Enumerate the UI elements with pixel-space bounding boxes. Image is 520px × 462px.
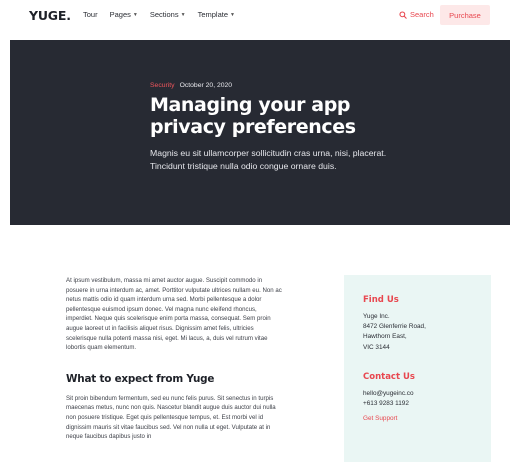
find-us-heading: Find Us	[363, 295, 399, 305]
address-line: VIC 3144	[363, 343, 390, 351]
hero-subtitle: Magnis eu sit ullamcorper sollicitudin c…	[150, 148, 387, 171]
nav-item-label: Tour	[83, 10, 98, 19]
email-link[interactable]: hello@yugeinc.co	[363, 389, 491, 399]
get-support-link[interactable]: Get Support	[363, 415, 491, 422]
nav-item-template[interactable]: Template ▼	[198, 10, 235, 19]
nav-item-label: Sections	[149, 10, 179, 19]
post-meta: Security October 20, 2020	[150, 82, 232, 89]
address-line: Yuge Inc.	[363, 313, 390, 320]
category-link[interactable]: Security	[150, 82, 175, 89]
phone-link[interactable]: +613 9283 1192	[363, 399, 491, 409]
post-date: October 20, 2020	[179, 82, 233, 89]
logo[interactable]: YUGE.	[29, 8, 71, 23]
nav-item-sections[interactable]: Sections ▼	[150, 10, 186, 19]
chevron-down-icon: ▼	[132, 11, 138, 18]
nav-item-label: Template	[197, 10, 228, 19]
purchase-button[interactable]: Purchase	[440, 5, 490, 25]
chevron-down-icon: ▼	[230, 11, 235, 18]
nav-links: Tour Pages ▼ Sections ▼ Template ▼	[83, 10, 235, 19]
search-icon	[399, 10, 407, 19]
section-heading: What to expect from Yuge	[66, 372, 215, 385]
article-body: At ipsum vestibulum, massa mi amet aucto…	[66, 276, 284, 442]
address-block: Yuge Inc. 8472 Glenferrie Road, Hawthorn…	[363, 312, 491, 353]
nav-item-label: Pages	[109, 10, 131, 19]
top-navigation: YUGE. Tour Pages ▼ Sections ▼ Template ▼…	[0, 0, 520, 32]
article-paragraph: At ipsum vestibulum, massa mi amet aucto…	[66, 277, 282, 352]
search-button[interactable]: Search	[399, 10, 434, 19]
address-line: Hawthorn East,	[363, 333, 407, 341]
nav-item-tour[interactable]: Tour	[83, 10, 98, 19]
nav-item-pages[interactable]: Pages ▼	[110, 10, 138, 19]
address-line: 8472 Glenferrie Road,	[363, 323, 426, 331]
article-paragraph: Sit proin bibendum fermentum, sed eu nun…	[66, 394, 276, 441]
contact-us-heading: Contact Us	[363, 371, 415, 382]
chevron-down-icon: ▼	[180, 11, 186, 18]
hero-banner: Security October 20, 2020 Managing your …	[10, 40, 510, 225]
search-label: Search	[410, 10, 434, 19]
page-title: Managing your app privacy preferences	[150, 94, 356, 138]
contact-sidebar: Find Us Yuge Inc. 8472 Glenferrie Road, …	[344, 275, 491, 462]
